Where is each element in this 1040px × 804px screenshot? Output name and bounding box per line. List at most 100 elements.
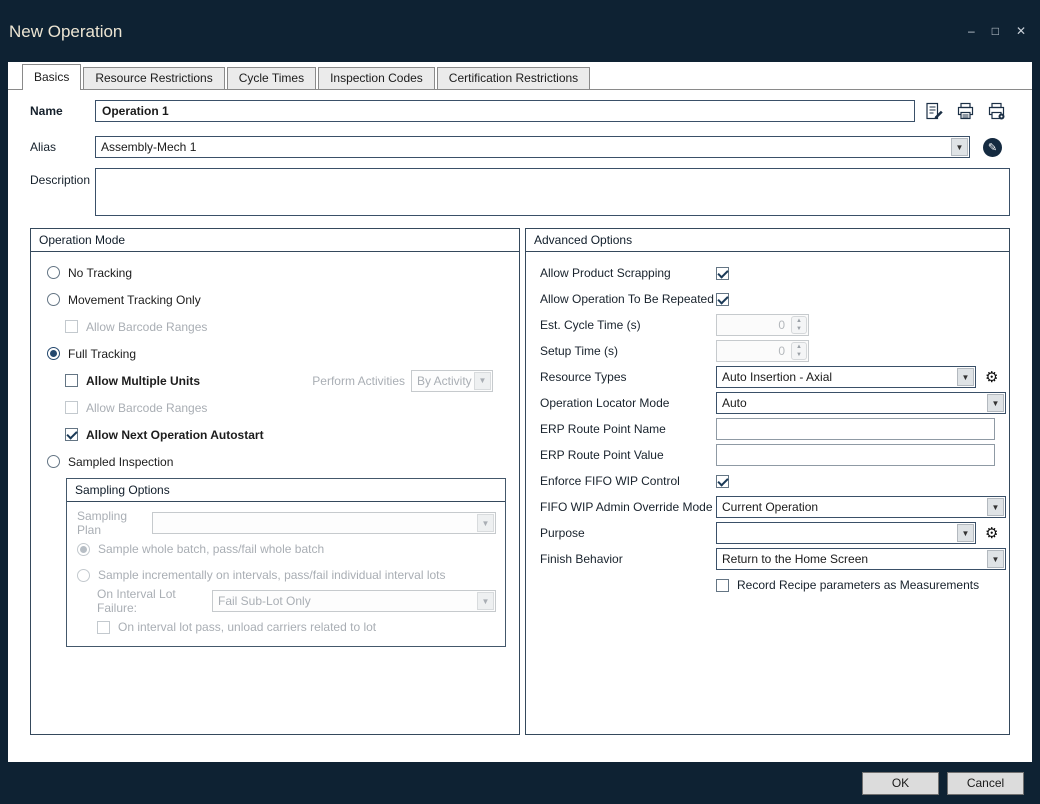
name-input[interactable] [95,100,915,122]
purpose-dropdown-arrow-icon[interactable]: ▼ [957,524,974,542]
fifo-override-dropdown-arrow-icon[interactable]: ▼ [987,498,1004,516]
operation-mode-group: Operation Mode No Tracking Movement Trac… [30,228,520,735]
name-row: Name [30,100,1015,122]
erp-route-point-name-row: ERP Route Point Name [540,416,995,442]
tab-basics[interactable]: Basics [22,64,81,90]
setup-time-value: 0 [717,344,790,358]
allow-next-operation-autostart-label: Allow Next Operation Autostart [86,428,264,442]
sampled-inspection-option[interactable]: Sampled Inspection [31,448,519,475]
erp-route-point-value-input[interactable] [716,444,995,466]
spin-up-icon: ▲ [792,317,806,325]
sampling-plan-combobox: ▼ [152,512,496,534]
erp-route-point-name-label: ERP Route Point Name [540,422,716,436]
sample-whole-batch-option: Sample whole batch, pass/fail whole batc… [67,536,505,562]
tab-inspection-codes[interactable]: Inspection Codes [318,67,435,89]
operation-locator-mode-value: Auto [717,396,986,410]
purpose-label: Purpose [540,526,716,540]
enforce-fifo-checkbox[interactable] [716,475,729,488]
description-textarea[interactable] [95,168,1010,216]
allow-operation-repeated-label: Allow Operation To Be Repeated [540,292,716,306]
alias-input[interactable] [96,140,950,154]
sampling-options-body: Sampling Plan ▼ Sample whole batch, pass… [67,502,505,640]
record-recipe-row: Record Recipe parameters as Measurements [540,572,995,598]
perform-activities-value: By Activity [412,374,473,388]
full-tracking-radio[interactable] [47,347,60,360]
resource-types-combobox[interactable]: Auto Insertion - Axial ▼ [716,366,976,388]
print-settings-icon[interactable] [987,102,1006,121]
titlebar: New Operation – □ ✕ [0,0,1040,62]
alias-dropdown-arrow-icon[interactable]: ▼ [951,138,968,156]
tabstrip: Basics Resource Restrictions Cycle Times… [22,63,592,89]
alias-combobox[interactable]: ▼ [95,136,970,158]
name-label: Name [30,104,95,118]
edit-document-icon[interactable] [925,102,944,121]
maximize-icon[interactable]: □ [992,24,999,38]
perform-activities-dropdown-arrow-icon: ▼ [474,372,491,390]
resource-types-gear-icon[interactable]: ⚙ [985,370,998,385]
sample-incrementally-option: Sample incrementally on intervals, pass/… [67,562,505,588]
resource-types-row: Resource Types Auto Insertion - Axial ▼ … [540,364,995,390]
tab-certification-restrictions[interactable]: Certification Restrictions [437,67,590,89]
sample-whole-batch-radio [77,543,90,556]
resource-types-dropdown-arrow-icon[interactable]: ▼ [957,368,974,386]
movement-tracking-label: Movement Tracking Only [68,293,201,307]
cancel-button[interactable]: Cancel [947,772,1024,795]
perform-activities-combobox: By Activity ▼ [411,370,493,392]
est-cycle-time-row: Est. Cycle Time (s) 0 ▲ ▼ [540,312,995,338]
finish-behavior-value: Return to the Home Screen [717,552,986,566]
operation-locator-mode-combobox[interactable]: Auto ▼ [716,392,1006,414]
on-interval-pass-label: On interval lot pass, unload carriers re… [118,620,376,634]
dialog-body: Basics Resource Restrictions Cycle Times… [8,62,1032,762]
advanced-options-body: Allow Product Scrapping Allow Operation … [526,252,1009,598]
erp-route-point-name-input[interactable] [716,418,995,440]
fifo-override-combobox[interactable]: Current Operation ▼ [716,496,1006,518]
finish-behavior-row: Finish Behavior Return to the Home Scree… [540,546,995,572]
allow-next-operation-autostart-checkbox[interactable] [65,428,78,441]
erp-route-point-value-label: ERP Route Point Value [540,448,716,462]
tabstrip-divider [8,89,1032,90]
spin-down-icon: ▼ [792,325,806,333]
minimize-icon[interactable]: – [968,24,975,38]
movement-tracking-radio[interactable] [47,293,60,306]
purpose-combobox[interactable]: ▼ [716,522,976,544]
setup-time-row: Setup Time (s) 0 ▲ ▼ [540,338,995,364]
finish-behavior-combobox[interactable]: Return to the Home Screen ▼ [716,548,1006,570]
allow-barcode-ranges-movement-label: Allow Barcode Ranges [86,320,207,334]
tab-cycle-times[interactable]: Cycle Times [227,67,316,89]
window-controls: – □ ✕ [968,24,1026,38]
setup-time-label: Setup Time (s) [540,344,716,358]
print-icon[interactable] [956,102,975,121]
sampled-inspection-radio[interactable] [47,455,60,468]
operation-mode-body: No Tracking Movement Tracking Only Allow… [31,252,519,647]
spin-up-icon: ▲ [792,343,806,351]
allow-barcode-ranges-full-checkbox [65,401,78,414]
ok-button[interactable]: OK [862,772,939,795]
no-tracking-option[interactable]: No Tracking [31,259,519,286]
setup-time-spinner: 0 ▲ ▼ [716,340,809,362]
finish-behavior-dropdown-arrow-icon[interactable]: ▼ [987,550,1004,568]
description-row: Description [30,168,1015,216]
sample-whole-batch-label: Sample whole batch, pass/fail whole batc… [98,542,324,556]
est-cycle-time-value: 0 [717,318,790,332]
no-tracking-radio[interactable] [47,266,60,279]
record-recipe-checkbox[interactable] [716,579,729,592]
allow-operation-repeated-checkbox[interactable] [716,293,729,306]
allow-product-scrapping-checkbox[interactable] [716,267,729,280]
allow-barcode-ranges-movement-checkbox [65,320,78,333]
window-title: New Operation [9,22,122,42]
operation-locator-mode-dropdown-arrow-icon[interactable]: ▼ [987,394,1004,412]
movement-tracking-option[interactable]: Movement Tracking Only [31,286,519,313]
close-icon[interactable]: ✕ [1016,24,1026,38]
full-tracking-option[interactable]: Full Tracking [31,340,519,367]
operation-locator-mode-row: Operation Locator Mode Auto ▼ [540,390,995,416]
advanced-options-group: Advanced Options Allow Product Scrapping… [525,228,1010,735]
allow-product-scrapping-row: Allow Product Scrapping [540,260,995,286]
purpose-gear-icon[interactable]: ⚙ [985,526,998,541]
tab-resource-restrictions[interactable]: Resource Restrictions [83,67,224,89]
fifo-override-label: FIFO WIP Admin Override Mode [540,500,716,514]
edit-alias-icon[interactable]: ✎ [983,138,1002,157]
sampling-options-title: Sampling Options [67,479,505,502]
operation-mode-title: Operation Mode [31,229,519,252]
sampling-plan-label: Sampling Plan [77,509,152,537]
allow-multiple-units-checkbox[interactable] [65,374,78,387]
